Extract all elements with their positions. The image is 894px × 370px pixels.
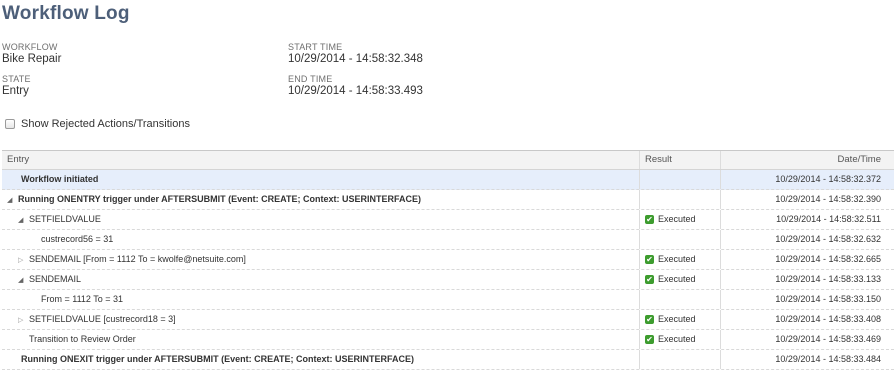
show-rejected-label[interactable]: Show Rejected Actions/Transitions — [21, 118, 190, 130]
table-row[interactable]: ◢ SENDEMAIL ✔ Executed 10/29/2014 - 14:58:33… — [2, 270, 894, 290]
entry-text: Running ONEXIT trigger under AFTERSUBMIT… — [21, 354, 414, 364]
page-title: Workflow Log — [2, 3, 130, 24]
entry-cell: ▷ SETFIELDVALUE [custrecord18 = 3] — [2, 310, 640, 329]
triangle-right-icon[interactable]: ▷ — [18, 252, 29, 269]
triangle-right-icon[interactable]: ▷ — [18, 312, 29, 329]
workflow-value: Bike Repair — [2, 53, 62, 65]
start-time-field: START TIME 10/29/2014 - 14:58:32.348 — [288, 42, 423, 65]
date-cell: 10/29/2014 - 14:58:33.133 — [775, 274, 881, 284]
table-row[interactable]: From = 1112 To = 31 10/29/2014 - 14:58:33… — [2, 290, 894, 310]
show-rejected-toggle[interactable]: Show Rejected Actions/Transitions — [5, 118, 190, 130]
entry-cell: custrecord56 = 31 — [2, 230, 640, 249]
column-header-date[interactable]: Date/Time — [721, 151, 894, 169]
entry-text: SETFIELDVALUE — [29, 214, 101, 224]
result-status: ✔ Executed — [645, 270, 720, 288]
entry-text: SENDEMAIL — [29, 274, 82, 284]
entry-cell: ◢ Running ONENTRY trigger under AFTERSUBM… — [2, 190, 640, 209]
column-header-result[interactable]: Result — [640, 151, 721, 169]
table-row[interactable]: ◢ SETFIELDVALUE ✔ Executed 10/29/2014 - 14:5… — [2, 210, 894, 230]
result-text: Executed — [658, 274, 696, 284]
table-body: Workflow initiated 10/29/2014 - 14:58:32.… — [2, 170, 894, 370]
date-cell: 10/29/2014 - 14:58:32.390 — [775, 194, 881, 204]
table-row[interactable]: Workflow initiated 10/29/2014 - 14:58:32.… — [2, 170, 894, 190]
table-row[interactable]: Running ONEXIT trigger under AFTERSUBMIT… — [2, 350, 894, 370]
result-status: ✔ Executed — [645, 250, 720, 268]
result-text: Executed — [658, 334, 696, 344]
column-header-entry[interactable]: Entry — [2, 151, 640, 169]
entry-cell: ▷ SENDEMAIL [From = 1112 To = kwolfe@nets… — [2, 250, 640, 269]
result-status: ✔ Executed — [645, 330, 720, 348]
result-text: Executed — [658, 214, 696, 224]
workflow-log-table: Entry Result Date/Time Workflow initiate… — [2, 150, 894, 370]
green-check-icon: ✔ — [645, 334, 654, 344]
entry-cell: Running ONEXIT trigger under AFTERSUBMIT… — [2, 350, 640, 369]
show-rejected-checkbox[interactable] — [5, 119, 15, 129]
end-time-value: 10/29/2014 - 14:58:33.493 — [288, 85, 423, 97]
entry-text: custrecord56 = 31 — [41, 234, 114, 244]
end-time-label: END TIME — [288, 74, 333, 84]
date-cell: 10/29/2014 - 14:58:33.484 — [775, 354, 881, 364]
triangle-down-icon[interactable]: ◢ — [18, 212, 29, 229]
entry-cell: Workflow initiated — [2, 170, 640, 189]
result-text: Executed — [658, 314, 696, 324]
start-time-label: START TIME — [288, 42, 343, 52]
green-check-icon: ✔ — [645, 254, 654, 264]
result-status: ✔ Executed — [645, 210, 720, 228]
state-label: STATE — [2, 74, 31, 84]
date-cell: 10/29/2014 - 14:58:33.150 — [775, 294, 881, 304]
state-value: Entry — [2, 85, 29, 97]
result-cell — [640, 350, 721, 369]
green-check-icon: ✔ — [645, 314, 654, 324]
result-status: ✔ Executed — [645, 310, 720, 328]
triangle-down-icon[interactable]: ◢ — [18, 272, 29, 289]
result-cell — [640, 290, 721, 309]
entry-text: Running ONENTRY trigger under AFTERSUBMI… — [18, 194, 421, 204]
entry-cell: Transition to Review Order — [2, 330, 640, 349]
entry-text: From = 1112 To = 31 — [41, 294, 124, 304]
table-row[interactable]: custrecord56 = 31 10/29/2014 - 14:58:32.6… — [2, 230, 894, 250]
result-cell: ✔ Executed — [640, 210, 721, 229]
workflow-field: WORKFLOW Bike Repair — [2, 42, 61, 65]
result-cell: ✔ Executed — [640, 310, 721, 329]
table-row[interactable]: ▷ SENDEMAIL [From = 1112 To = kwolfe@nets… — [2, 250, 894, 270]
triangle-down-icon[interactable]: ◢ — [7, 192, 18, 209]
date-cell: 10/29/2014 - 14:58:32.372 — [775, 174, 881, 184]
table-row[interactable]: ◢ Running ONENTRY trigger under AFTERSUBM… — [2, 190, 894, 210]
table-header: Entry Result Date/Time — [2, 151, 894, 170]
entry-text: SETFIELDVALUE [custrecord18 = 3] — [29, 314, 176, 324]
table-row[interactable]: Transition to Review Order ✔ Executed 10/29… — [2, 330, 894, 350]
entry-text: SENDEMAIL [From = 1112 To = kwolfe@netsu… — [29, 254, 246, 264]
entry-text: Transition to Review Order — [29, 334, 136, 344]
entry-cell: ◢ SENDEMAIL — [2, 270, 640, 289]
entry-cell: From = 1112 To = 31 — [2, 290, 640, 309]
end-time-field: END TIME 10/29/2014 - 14:58:33.493 — [288, 74, 423, 97]
green-check-icon: ✔ — [645, 274, 654, 284]
date-cell: 10/29/2014 - 14:58:32.511 — [776, 214, 881, 224]
state-field: STATE Entry — [2, 74, 31, 97]
result-cell — [640, 170, 721, 189]
result-cell: ✔ Executed — [640, 330, 721, 349]
date-cell: 10/29/2014 - 14:58:32.665 — [775, 254, 881, 264]
result-cell — [640, 230, 721, 249]
date-cell: 10/29/2014 - 14:58:33.408 — [775, 314, 881, 324]
table-row[interactable]: ▷ SETFIELDVALUE [custrecord18 = 3] ✔ Execut… — [2, 310, 894, 330]
entry-text: Workflow initiated — [21, 174, 99, 184]
result-cell: ✔ Executed — [640, 250, 721, 269]
date-cell: 10/29/2014 - 14:58:32.632 — [775, 234, 881, 244]
workflow-label: WORKFLOW — [2, 42, 58, 52]
start-time-value: 10/29/2014 - 14:58:32.348 — [288, 53, 423, 65]
green-check-icon: ✔ — [645, 214, 654, 224]
entry-cell: ◢ SETFIELDVALUE — [2, 210, 640, 229]
result-cell: ✔ Executed — [640, 270, 721, 289]
date-cell: 10/29/2014 - 14:58:33.469 — [775, 334, 881, 344]
result-text: Executed — [658, 254, 696, 264]
result-cell — [640, 190, 721, 209]
